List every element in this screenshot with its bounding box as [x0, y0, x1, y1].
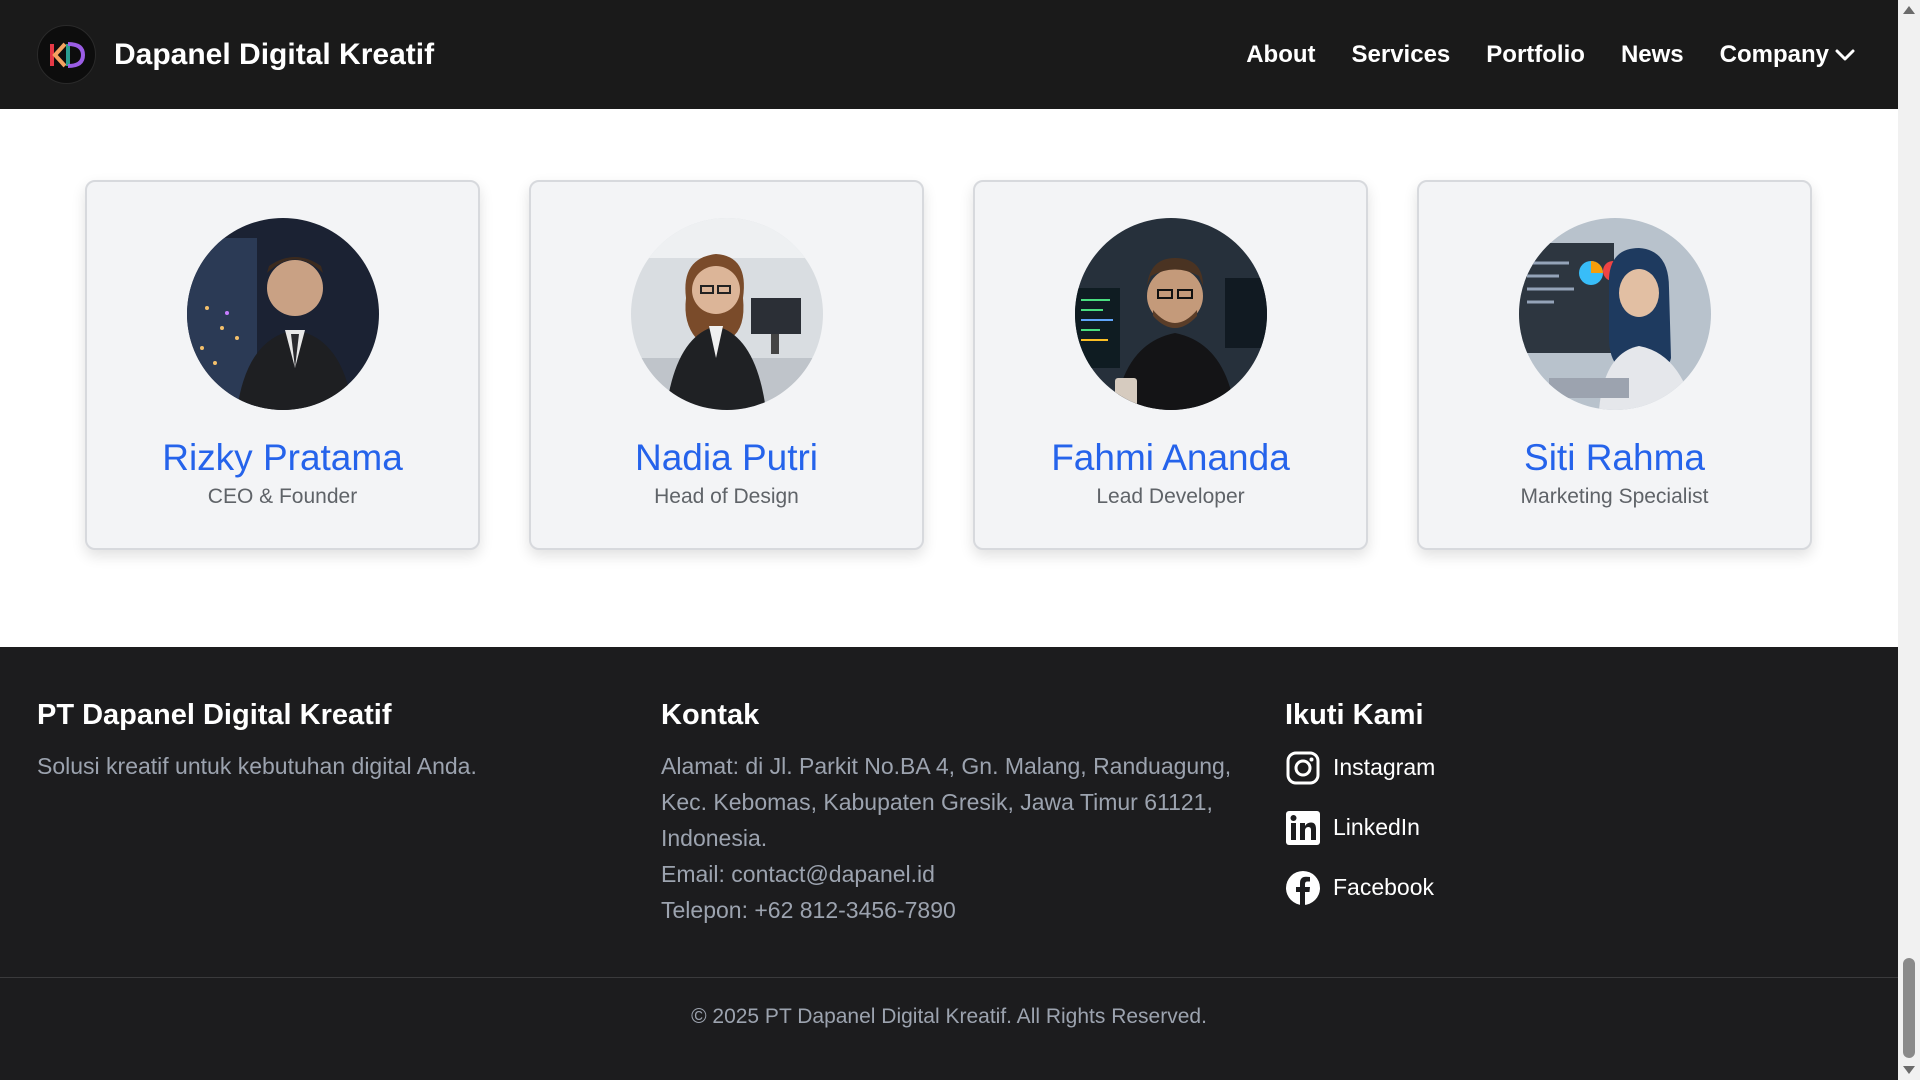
- team-card: Fahmi Ananda Lead Developer: [973, 180, 1368, 550]
- nav-company-label: Company: [1719, 40, 1829, 68]
- footer-tagline: Solusi kreatif untuk kebutuhan digital A…: [37, 753, 477, 779]
- company-logo[interactable]: [37, 25, 96, 84]
- footer-contact-title: Kontak: [661, 699, 760, 731]
- member-role: Marketing Specialist: [1520, 484, 1709, 508]
- avatar: [630, 218, 823, 410]
- instagram-link[interactable]: Instagram: [1285, 748, 1685, 787]
- footer-contact: Kontak Alamat: di Jl. Parkit No.BA 4, Gn…: [661, 699, 1251, 928]
- main-nav: About Services Portfolio News Company: [1246, 41, 1861, 69]
- nav-news[interactable]: News: [1621, 41, 1684, 69]
- avatar: [186, 218, 379, 410]
- member-name: Siti Rahma: [1524, 437, 1705, 478]
- footer-company-title: PT Dapanel Digital Kreatif: [37, 699, 392, 731]
- member-name: Fahmi Ananda: [1051, 437, 1290, 478]
- avatar: [1518, 218, 1711, 410]
- avatar: [1074, 218, 1267, 410]
- facebook-label: Facebook: [1333, 874, 1435, 900]
- nav-company-dropdown[interactable]: Company: [1720, 41, 1855, 69]
- linkedin-link[interactable]: LinkedIn: [1285, 808, 1685, 847]
- scroll-thumb[interactable]: [1903, 958, 1915, 1058]
- footer-divider: [0, 977, 1898, 978]
- contact-email[interactable]: Email: contact@dapanel.id: [661, 856, 1251, 892]
- instagram-label: Instagram: [1333, 754, 1436, 780]
- chevron-down-icon: [1835, 49, 1855, 60]
- nav-about[interactable]: About: [1246, 41, 1315, 69]
- member-role: CEO & Founder: [207, 484, 358, 508]
- contact-phone: Telepon: +62 812-3456-7890: [661, 897, 956, 923]
- footer-follow: Ikuti Kami Instagram LinkedIn Facebook: [1285, 699, 1685, 928]
- team-card: Rizky Pratama CEO & Founder: [85, 180, 480, 550]
- nav-portfolio[interactable]: Portfolio: [1486, 41, 1585, 69]
- team-card: Siti Rahma Marketing Specialist: [1417, 180, 1812, 550]
- facebook-icon: [1286, 870, 1320, 905]
- member-role: Lead Developer: [1096, 484, 1245, 508]
- site-header: Dapanel Digital Kreatif About Services P…: [0, 0, 1898, 109]
- member-name: Rizky Pratama: [162, 437, 403, 478]
- contact-address: Alamat: di Jl. Parkit No.BA 4, Gn. Malan…: [661, 753, 1232, 851]
- page-scrollbar[interactable]: [1898, 0, 1920, 1080]
- instagram-icon: [1286, 751, 1320, 784]
- linkedin-icon: [1286, 810, 1320, 845]
- copyright: © 2025 PT Dapanel Digital Kreatif. All R…: [691, 1005, 1207, 1028]
- member-role: Head of Design: [654, 484, 799, 508]
- brand-name[interactable]: Dapanel Digital Kreatif: [114, 38, 434, 72]
- scroll-up-arrow-icon[interactable]: [1903, 6, 1915, 14]
- footer-follow-title: Ikuti Kami: [1285, 699, 1424, 731]
- site-footer: PT Dapanel Digital Kreatif Solusi kreati…: [0, 647, 1898, 1080]
- member-name: Nadia Putri: [634, 437, 819, 478]
- footer-company: PT Dapanel Digital Kreatif Solusi kreati…: [37, 699, 597, 784]
- nav-services[interactable]: Services: [1352, 41, 1451, 69]
- linkedin-label: LinkedIn: [1333, 814, 1420, 840]
- team-card: Nadia Putri Head of Design: [529, 180, 924, 550]
- facebook-link[interactable]: Facebook: [1285, 868, 1685, 907]
- scroll-down-arrow-icon[interactable]: [1903, 1066, 1915, 1074]
- team-section: Rizky Pratama CEO & Founder Nadia Putri …: [0, 109, 1898, 647]
